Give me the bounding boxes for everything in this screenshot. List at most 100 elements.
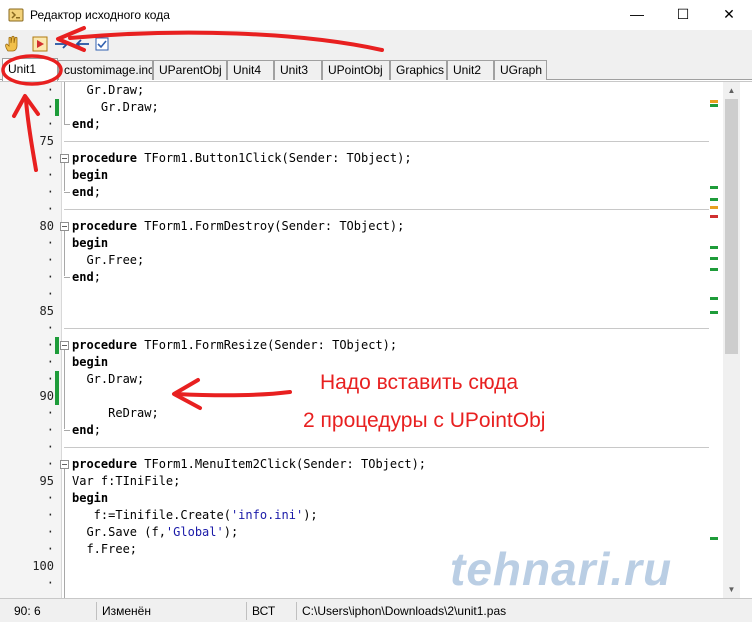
app-icon	[8, 8, 24, 22]
modified-status: Изменён	[102, 604, 151, 618]
tab-customimage[interactable]: customimage.inc	[58, 60, 153, 80]
code-line[interactable]: end;	[72, 422, 101, 439]
tab-unit2[interactable]: Unit2	[447, 60, 494, 80]
code-line[interactable]: end;	[72, 184, 101, 201]
modified-marker	[55, 99, 59, 116]
hand-icon[interactable]	[2, 34, 22, 54]
file-path: C:\Users\iphon\Downloads\2\unit1.pas	[302, 604, 507, 618]
code-line[interactable]: begin	[72, 235, 108, 252]
annotation-arrow-up	[12, 94, 40, 172]
keyword: procedure	[72, 338, 138, 352]
code-line[interactable]: ReDraw;	[72, 405, 159, 422]
minimize-button[interactable]: —	[614, 0, 660, 30]
procedure-separator	[64, 141, 709, 142]
code-line[interactable]: Gr.Draw;	[72, 82, 144, 99]
keyword: end	[72, 117, 94, 131]
line-number: 90	[39, 389, 54, 403]
modified-marker	[55, 337, 59, 354]
overview-ruler[interactable]	[710, 82, 723, 598]
code-line[interactable]: Gr.Free;	[72, 252, 144, 269]
code-line[interactable]: f.Free;	[72, 541, 137, 558]
code-editor[interactable]: ▲ ▼ · · · 75 · · · · 80 · · · · 85 · · · · 90 · · · · 95 · · · · 100…	[0, 81, 752, 598]
code-line[interactable]: begin	[72, 167, 108, 184]
keyword: end	[72, 185, 94, 199]
line-number: ·	[46, 270, 54, 284]
code-line[interactable]: begin	[72, 490, 108, 507]
line-number: 95	[39, 474, 54, 488]
line-number: ·	[46, 491, 54, 505]
keyword: end	[72, 423, 94, 437]
line-number: ·	[46, 338, 54, 352]
vertical-scrollbar[interactable]: ▲ ▼	[723, 82, 740, 598]
window-title: Редактор исходного кода	[30, 8, 170, 22]
tab-unit4[interactable]: Unit4	[227, 60, 274, 80]
line-number: ·	[46, 355, 54, 369]
keyword: end	[72, 270, 94, 284]
keyword: begin	[72, 168, 109, 182]
keyword: procedure	[72, 457, 138, 471]
annotation-arrow-left	[172, 378, 292, 410]
fold-toggle[interactable]	[60, 341, 69, 350]
code-line[interactable]: procedure TForm1.FormResize(Sender: TObj…	[72, 337, 397, 354]
line-number: ·	[46, 542, 54, 556]
line-number: ·	[46, 508, 54, 522]
fold-toggle[interactable]	[60, 460, 69, 469]
tab-uparentobj[interactable]: UParentObj	[153, 60, 227, 80]
keyword: begin	[72, 355, 109, 369]
modified-marker	[55, 371, 59, 405]
line-number: 100	[32, 559, 54, 573]
line-number: ·	[46, 457, 54, 471]
cursor-position: 90: 6	[14, 604, 41, 618]
tab-ugraph[interactable]: UGraph	[494, 60, 547, 80]
maximize-button[interactable]: ☐	[660, 0, 706, 30]
code-line[interactable]: Gr.Draw;	[72, 371, 144, 388]
scroll-up-icon[interactable]: ▲	[723, 82, 740, 99]
code-line[interactable]: procedure TForm1.Button1Click(Sender: TO…	[72, 150, 412, 167]
line-number: ·	[46, 321, 54, 335]
code-line[interactable]: procedure TForm1.MenuItem2Click(Sender: …	[72, 456, 426, 473]
keyword: begin	[72, 491, 109, 505]
watermark: tehnari.ru	[450, 543, 673, 595]
line-number: ·	[46, 185, 54, 199]
keyword: begin	[72, 236, 109, 250]
scroll-down-icon[interactable]: ▼	[723, 581, 740, 598]
tab-graphics[interactable]: Graphics	[390, 60, 447, 80]
annotation-arrow-toolbar	[56, 26, 384, 52]
status-bar: 90: 6 Изменён ВСТ C:\Users\iphon\Downloa…	[0, 598, 752, 622]
code-line[interactable]: end;	[72, 269, 101, 286]
code-line[interactable]: Gr.Save (f,'Global');	[72, 524, 238, 541]
file-tabs: Unit1 customimage.inc UParentObj Unit4 U…	[0, 58, 752, 81]
fold-toggle[interactable]	[60, 154, 69, 163]
code-line[interactable]: procedure TForm1.FormDestroy(Sender: TOb…	[72, 218, 404, 235]
annotation-circle	[1, 54, 63, 86]
code-line[interactable]: Var f:TIniFile;	[72, 473, 180, 490]
close-button[interactable]: ✕	[706, 0, 752, 30]
tab-upointobj[interactable]: UPointObj	[322, 60, 390, 80]
line-number: 85	[39, 304, 54, 318]
line-number: ·	[46, 236, 54, 250]
run-icon[interactable]	[30, 34, 50, 54]
fold-toggle[interactable]	[60, 222, 69, 231]
procedure-separator	[64, 447, 709, 448]
line-number: ·	[46, 202, 54, 216]
line-number: ·	[46, 406, 54, 420]
toolbar	[0, 26, 752, 58]
line-number: ·	[46, 525, 54, 539]
annotation-text-1: Надо вставить сюда	[320, 371, 519, 394]
insert-mode: ВСТ	[252, 604, 276, 618]
code-line[interactable]: Gr.Draw;	[72, 99, 159, 116]
line-number: ·	[46, 287, 54, 301]
line-number: ·	[46, 253, 54, 267]
line-number: ·	[46, 440, 54, 454]
code-line[interactable]: f:=Tinifile.Create('info.ini');	[72, 507, 318, 524]
scroll-thumb[interactable]	[725, 99, 738, 354]
code-line[interactable]: begin	[72, 354, 108, 371]
line-number: ·	[46, 576, 54, 590]
line-number: ·	[46, 372, 54, 386]
procedure-separator	[64, 209, 709, 210]
tab-unit3[interactable]: Unit3	[274, 60, 322, 80]
procedure-separator	[64, 328, 709, 329]
annotation-text-2: 2 процедуры с UPointObj	[303, 409, 546, 432]
code-line[interactable]: end;	[72, 116, 101, 133]
keyword: procedure	[72, 219, 138, 233]
